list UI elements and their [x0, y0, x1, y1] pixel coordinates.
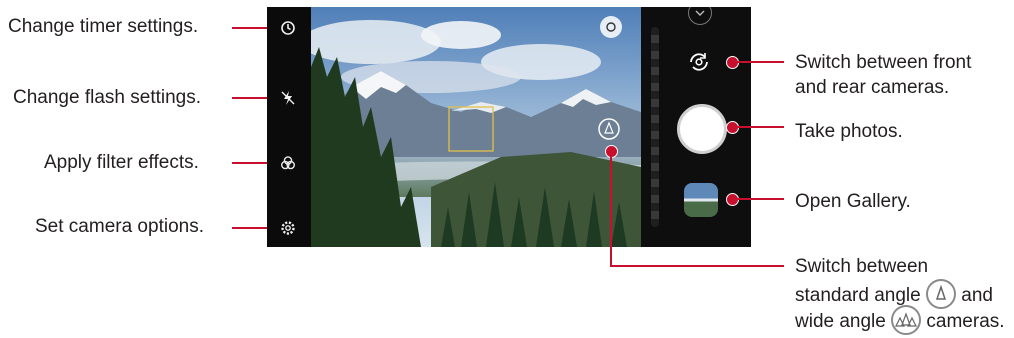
callout-take-photos-label: Take photos.	[795, 121, 903, 142]
callout-gallery-label: Open Gallery.	[795, 191, 911, 212]
callout-angle-cameras-text: cameras.	[926, 311, 1005, 333]
callout-timer-label: Change timer settings.	[8, 16, 199, 37]
callout-gallery-line	[732, 198, 784, 200]
shutter-button[interactable]	[677, 104, 727, 154]
wide-angle-icon	[891, 305, 922, 335]
standard-angle-icon	[926, 279, 956, 309]
callout-options-label: Set camera options.	[35, 216, 204, 237]
callout-angle-standard-text: standard angle	[795, 285, 921, 307]
callout-switch-line	[732, 61, 784, 63]
camera-screen	[267, 7, 751, 247]
callout-angle-line-horizontal	[610, 265, 784, 267]
callout-angle-label-line3: wide angle cameras.	[795, 305, 1005, 337]
callout-flash-label: Change flash settings.	[13, 87, 202, 108]
callout-angle-and-text: and	[961, 285, 993, 307]
chevron-down-icon[interactable]	[688, 7, 712, 25]
callout-shutter-line	[732, 126, 784, 128]
gallery-thumbnail[interactable]	[684, 183, 718, 217]
switch-camera-icon[interactable]	[686, 49, 712, 75]
callout-angle-label-line1: Switch between	[795, 256, 929, 277]
callout-filter-label: Apply filter effects.	[44, 152, 199, 173]
callout-angle-wide-text: wide angle	[795, 311, 886, 333]
flash-off-icon[interactable]	[277, 87, 299, 109]
filter-icon[interactable]	[277, 152, 299, 174]
settings-icon[interactable]	[277, 217, 299, 239]
timer-icon[interactable]	[277, 17, 299, 39]
zoom-indicator-strip	[651, 27, 659, 227]
callout-switch-label-line1: Switch between front	[795, 52, 972, 73]
callout-angle-line-vertical	[610, 150, 612, 267]
camera-viewfinder[interactable]	[311, 7, 641, 247]
camera-left-toolbar	[267, 7, 311, 247]
callout-switch-label-line2: and rear cameras.	[795, 77, 950, 98]
